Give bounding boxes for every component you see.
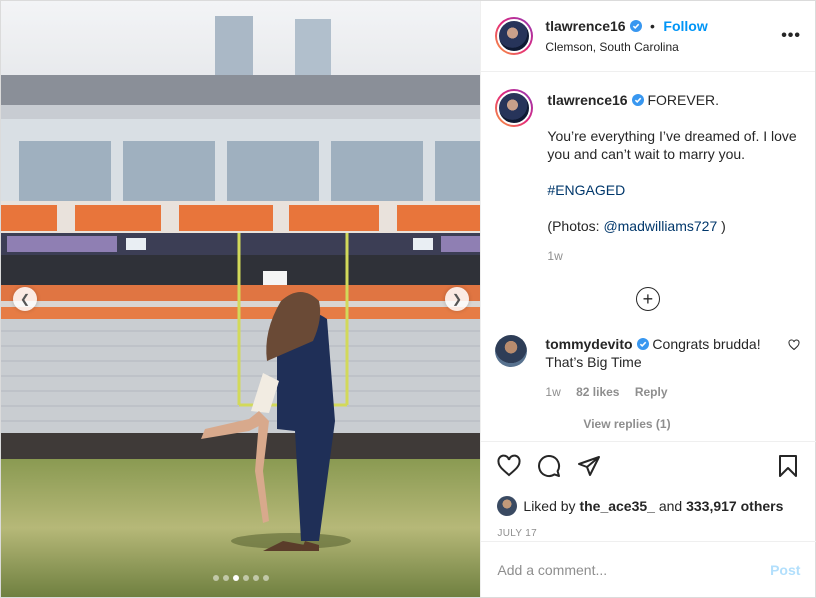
caption-line-2: You’re everything I’ve dreamed of. I lov… bbox=[547, 128, 797, 162]
avatar[interactable] bbox=[495, 17, 534, 55]
caption-avatar[interactable] bbox=[495, 89, 534, 127]
carousel-dot bbox=[243, 575, 249, 581]
stadium-photo bbox=[1, 1, 481, 597]
comment-likes[interactable]: 82 likes bbox=[576, 385, 619, 399]
previous-photo-button[interactable]: ❮ bbox=[13, 287, 37, 311]
comment-body: tommydevito Congrats brudda! That’s Big … bbox=[545, 335, 785, 401]
header-meta: tlawrence16 • Follow Clemson, South Caro… bbox=[545, 18, 781, 54]
comment-meta: 1w 82 likes Reply bbox=[545, 383, 785, 401]
separator-dot: • bbox=[650, 18, 655, 34]
chevron-right-icon: ❯ bbox=[451, 292, 463, 306]
verified-badge-icon bbox=[636, 338, 649, 350]
post-comment-button[interactable]: Post bbox=[770, 562, 800, 578]
comment-bubble-icon[interactable] bbox=[537, 454, 561, 478]
commenter-username[interactable]: tommydevito bbox=[545, 336, 632, 352]
action-icons-row bbox=[497, 454, 800, 478]
next-photo-button[interactable]: ❯ bbox=[445, 287, 469, 311]
caption: tlawrence16 FOREVER. You’re everything I… bbox=[495, 89, 800, 265]
add-comment-bar: Add a comment... Post bbox=[481, 541, 816, 597]
carousel-dot bbox=[253, 575, 259, 581]
reply-button[interactable]: Reply bbox=[635, 385, 668, 399]
chevron-left-icon: ❮ bbox=[19, 292, 31, 306]
post-photo[interactable]: ❮ ❯ bbox=[1, 1, 481, 597]
profile-photo bbox=[497, 19, 532, 53]
instagram-post: ❮ ❯ tlawrence16 • Follow Clemson, South … bbox=[0, 0, 816, 598]
caption-line-1: FOREVER. bbox=[647, 92, 720, 108]
photos-credit-suffix: ) bbox=[717, 218, 726, 234]
verified-badge-icon bbox=[631, 94, 644, 106]
share-paper-plane-icon[interactable] bbox=[577, 454, 601, 478]
comment-input[interactable]: Add a comment... bbox=[497, 562, 770, 578]
liker-username[interactable]: the_ace35_ bbox=[579, 498, 655, 514]
likes-prefix: Liked by bbox=[523, 498, 576, 514]
caption-body: tlawrence16 FOREVER. You’re everything I… bbox=[547, 89, 797, 265]
mention-link[interactable]: @madwilliams727 bbox=[603, 218, 717, 234]
likes-count[interactable]: 333,917 others bbox=[686, 498, 783, 514]
carousel-dot bbox=[263, 575, 269, 581]
follow-button[interactable]: Follow bbox=[663, 18, 707, 34]
carousel-indicator bbox=[1, 575, 480, 581]
plus-circle-icon[interactable]: + bbox=[635, 287, 660, 311]
carousel-dot bbox=[223, 575, 229, 581]
carousel-dot bbox=[233, 575, 239, 581]
caption-username[interactable]: tlawrence16 bbox=[547, 92, 627, 108]
more-options-icon[interactable]: ••• bbox=[781, 27, 801, 45]
header-username[interactable]: tlawrence16 bbox=[545, 18, 625, 34]
like-heart-icon[interactable] bbox=[497, 454, 521, 478]
comments-area[interactable]: tlawrence16 FOREVER. You’re everything I… bbox=[481, 73, 816, 441]
post-side-panel: tlawrence16 • Follow Clemson, South Caro… bbox=[480, 1, 816, 597]
likes-middle: and bbox=[658, 498, 683, 514]
post-header: tlawrence16 • Follow Clemson, South Caro… bbox=[481, 1, 815, 72]
photos-credit-prefix: (Photos: bbox=[547, 218, 604, 234]
like-comment-heart-icon[interactable] bbox=[788, 339, 800, 351]
verified-badge-icon bbox=[629, 20, 642, 32]
comment-time[interactable]: 1w bbox=[545, 385, 560, 399]
caption-time[interactable]: 1w bbox=[547, 247, 797, 265]
carousel-dot bbox=[213, 575, 219, 581]
hashtag-link[interactable]: #ENGAGED bbox=[547, 182, 625, 198]
save-bookmark-icon[interactable] bbox=[776, 454, 800, 478]
comment-item: tommydevito Congrats brudda! That’s Big … bbox=[495, 335, 800, 401]
view-replies-button[interactable]: View replies (1) bbox=[583, 417, 800, 431]
location-link[interactable]: Clemson, South Carolina bbox=[545, 40, 781, 54]
likes-summary: Liked by the_ace35_ and 333,917 others bbox=[497, 496, 800, 516]
post-date[interactable]: JULY 17 bbox=[497, 528, 800, 539]
liker-avatar[interactable] bbox=[497, 496, 518, 516]
post-actions: Liked by the_ace35_ and 333,917 others J… bbox=[481, 441, 816, 539]
load-more-comments[interactable]: + bbox=[495, 287, 800, 311]
commenter-avatar[interactable] bbox=[495, 335, 528, 367]
profile-photo bbox=[497, 91, 532, 125]
